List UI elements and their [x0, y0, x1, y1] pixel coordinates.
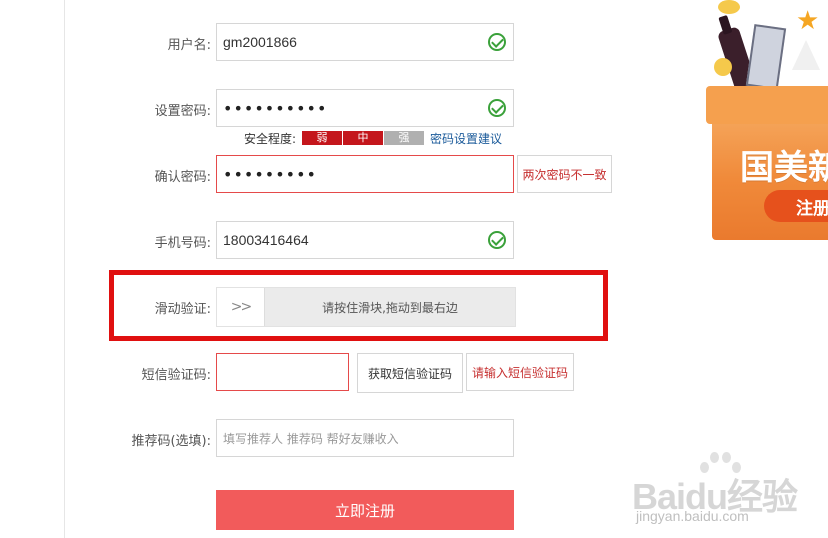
get-sms-code-button[interactable]: 获取短信验证码: [357, 353, 463, 393]
phone-label: 手机号码:: [154, 236, 211, 251]
strength-strong: 强: [384, 131, 425, 145]
password-strength-meter: 安全程度: 弱 中 强 密码设置建议: [244, 130, 502, 146]
phone-value: 18003416464: [223, 232, 309, 248]
password-label: 设置密码:: [154, 104, 211, 119]
promo-banner[interactable]: ★ 国美新 注册: [706, 0, 828, 240]
promo-title: 国美新: [740, 148, 828, 188]
strength-label: 安全程度:: [244, 131, 297, 146]
coin-decoration: [718, 0, 740, 14]
password-advice-link[interactable]: 密码设置建议: [430, 130, 502, 147]
slider-instruction: 请按住滑块,拖动到最右边: [322, 300, 458, 315]
strength-medium: 中: [343, 131, 384, 145]
username-field[interactable]: gm2001866: [216, 23, 514, 61]
book-icon: [745, 24, 787, 90]
check-circle-icon: [488, 33, 506, 51]
gift-box-lid: [706, 86, 828, 124]
password-field[interactable]: ••••••••••: [216, 89, 514, 127]
sms-code-input[interactable]: [216, 353, 349, 391]
confirm-password-label: 确认密码:: [154, 170, 211, 185]
referral-input[interactable]: 填写推荐人 推荐码 帮好友赚收入: [216, 419, 514, 457]
phone-field[interactable]: 18003416464: [216, 221, 514, 259]
slider-captcha[interactable]: >> 请按住滑块,拖动到最右边: [216, 287, 516, 327]
confirm-password-error: 两次密码不一致: [517, 155, 612, 193]
ruler-icon: [792, 40, 820, 70]
sms-code-label: 短信验证码:: [141, 368, 211, 383]
referral-label: 推荐码(选填):: [131, 434, 211, 449]
check-circle-icon: [488, 231, 506, 249]
password-value: ••••••••••: [223, 98, 328, 118]
register-button[interactable]: 立即注册: [216, 490, 514, 530]
confirm-password-field[interactable]: •••••••••: [216, 155, 514, 193]
left-divider: [64, 0, 65, 538]
star-icon: ★: [796, 6, 820, 36]
coin-decoration: [714, 58, 732, 76]
referral-placeholder: 填写推荐人 推荐码 帮好友赚收入: [223, 431, 399, 446]
sms-code-error: 请输入短信验证码: [466, 353, 574, 391]
promo-register-button[interactable]: 注册: [764, 190, 828, 222]
username-label: 用户名:: [167, 38, 211, 53]
check-circle-icon: [488, 99, 506, 117]
baidu-jingyan-watermark: Baidu经验 jingyan.baidu.com: [632, 450, 828, 530]
slider-label: 滑动验证:: [154, 302, 211, 317]
slider-handle[interactable]: >>: [217, 288, 265, 326]
confirm-password-value: •••••••••: [223, 164, 317, 184]
strength-weak: 弱: [302, 131, 343, 145]
username-value: gm2001866: [223, 34, 297, 50]
watermark-url: jingyan.baidu.com: [636, 508, 749, 524]
